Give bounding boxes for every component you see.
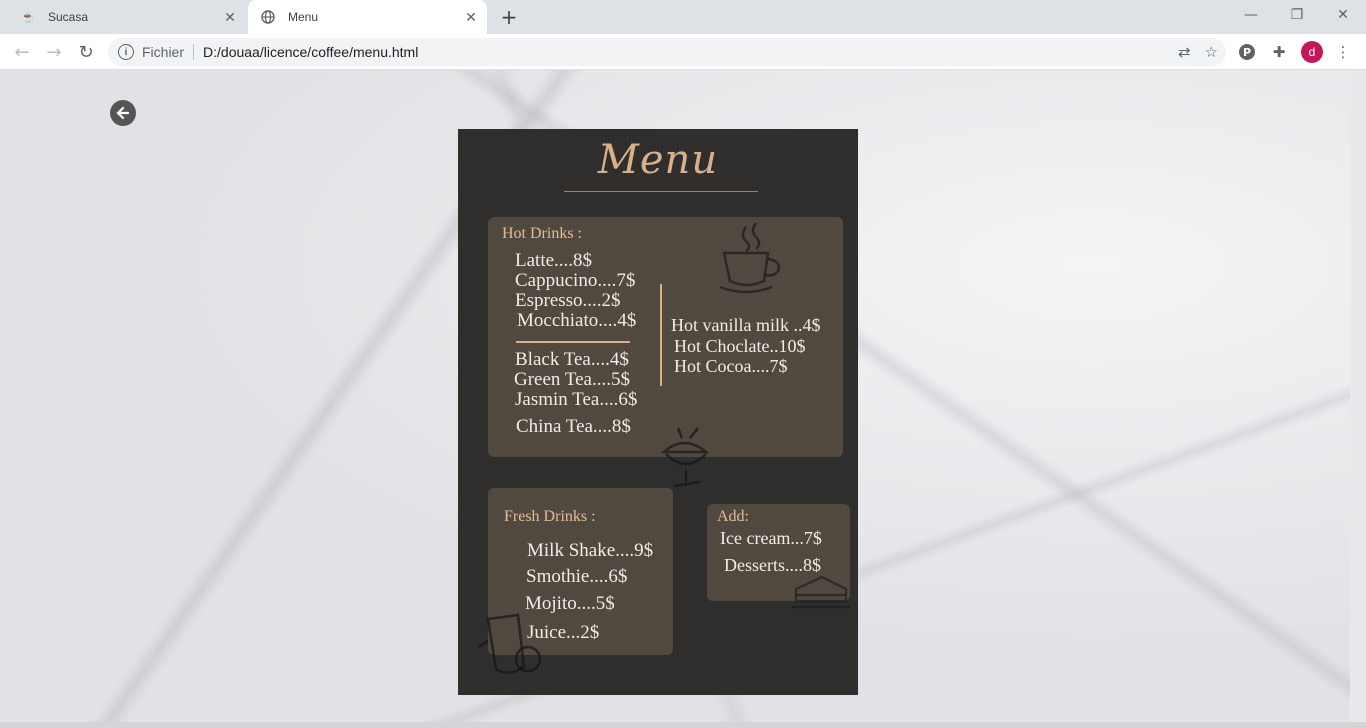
browser-toolbar: ← → ↻ i Fichier D:/douaa/licence/coffee/… bbox=[0, 34, 1366, 70]
sundae-icon bbox=[654, 424, 724, 498]
tab-sucasa[interactable]: ☕ Sucasa ✕ bbox=[8, 0, 246, 34]
svg-text:P: P bbox=[1243, 46, 1251, 59]
divider bbox=[193, 44, 195, 60]
menu-card: Menu Hot Drinks : Latte....8$ Cappucino.… bbox=[458, 129, 858, 695]
bookmark-star-icon[interactable]: ☆ bbox=[1205, 43, 1218, 61]
menu-item: Milk Shake....9$ bbox=[527, 540, 654, 561]
page-viewport: Menu Hot Drinks : Latte....8$ Cappucino.… bbox=[0, 70, 1366, 722]
back-arrow-icon[interactable] bbox=[110, 100, 136, 126]
close-tab-icon[interactable]: ✕ bbox=[461, 7, 481, 27]
iced-drink-icon bbox=[477, 607, 558, 686]
menu-item: Jasmin Tea....6$ bbox=[515, 389, 638, 410]
menu-item: Hot vanilla milk ..4$ bbox=[671, 315, 821, 335]
fresh-drinks-heading: Fresh Drinks : bbox=[504, 508, 596, 525]
coffee-cup-icon bbox=[716, 219, 796, 303]
bottom-edge bbox=[0, 722, 1366, 728]
restore-button[interactable]: ❐ bbox=[1274, 0, 1320, 30]
hot-drinks-section: Hot Drinks : Latte....8$ Cappucino....7$… bbox=[488, 217, 843, 457]
divider bbox=[516, 341, 630, 343]
menu-item: Green Tea....5$ bbox=[514, 369, 630, 390]
reload-button[interactable]: ↻ bbox=[72, 38, 100, 66]
extensions-puzzle-icon[interactable]: ✚ bbox=[1269, 42, 1289, 62]
globe-icon bbox=[260, 9, 276, 25]
menu-item: Hot Choclate..10$ bbox=[674, 336, 806, 356]
translate-icon[interactable]: ⇄ bbox=[1178, 43, 1191, 61]
close-tab-icon[interactable]: ✕ bbox=[220, 7, 240, 27]
new-tab-button[interactable]: + bbox=[498, 5, 520, 29]
menu-item: Latte....8$ bbox=[515, 250, 593, 271]
menu-item: China Tea....8$ bbox=[516, 416, 631, 437]
tab-menu[interactable]: Menu ✕ bbox=[248, 0, 487, 34]
cake-slice-icon bbox=[792, 571, 852, 619]
page-scrollbar[interactable] bbox=[1350, 70, 1366, 722]
menu-title: Menu bbox=[597, 137, 719, 183]
tab-title: Sucasa bbox=[48, 10, 89, 24]
forward-button[interactable]: → bbox=[40, 38, 68, 66]
back-button[interactable]: ← bbox=[8, 38, 36, 66]
close-window-button[interactable]: ✕ bbox=[1320, 0, 1366, 30]
info-icon[interactable]: i bbox=[118, 44, 134, 60]
menu-item: Cappucino....7$ bbox=[515, 270, 636, 291]
title-underline bbox=[564, 191, 758, 192]
pinterest-extension-icon[interactable]: P bbox=[1237, 42, 1257, 62]
tab-strip: ☕ Sucasa ✕ Menu ✕ + — ❐ ✕ bbox=[0, 0, 1366, 34]
profile-avatar[interactable]: d bbox=[1301, 41, 1323, 63]
security-label: Fichier bbox=[142, 44, 185, 60]
hot-drinks-heading: Hot Drinks : bbox=[502, 225, 582, 242]
menu-item: Mocchiato....4$ bbox=[517, 310, 637, 331]
more-menu-icon[interactable]: ⋮ bbox=[1333, 42, 1353, 62]
menu-item: Ice cream...7$ bbox=[720, 528, 822, 548]
menu-item: Hot Cocoa....7$ bbox=[674, 356, 788, 376]
minimize-button[interactable]: — bbox=[1228, 0, 1274, 30]
menu-item: Smothie....6$ bbox=[526, 566, 628, 587]
menu-item: Espresso....2$ bbox=[515, 290, 621, 311]
menu-item: Black Tea....4$ bbox=[515, 349, 629, 370]
coffee-favicon-icon: ☕ bbox=[21, 11, 35, 24]
add-heading: Add: bbox=[717, 508, 749, 525]
divider bbox=[660, 284, 662, 386]
tab-title: Menu bbox=[288, 10, 319, 24]
url-text[interactable]: D:/douaa/licence/coffee/menu.html bbox=[203, 44, 418, 60]
address-bar[interactable]: i Fichier D:/douaa/licence/coffee/menu.h… bbox=[108, 38, 1226, 66]
